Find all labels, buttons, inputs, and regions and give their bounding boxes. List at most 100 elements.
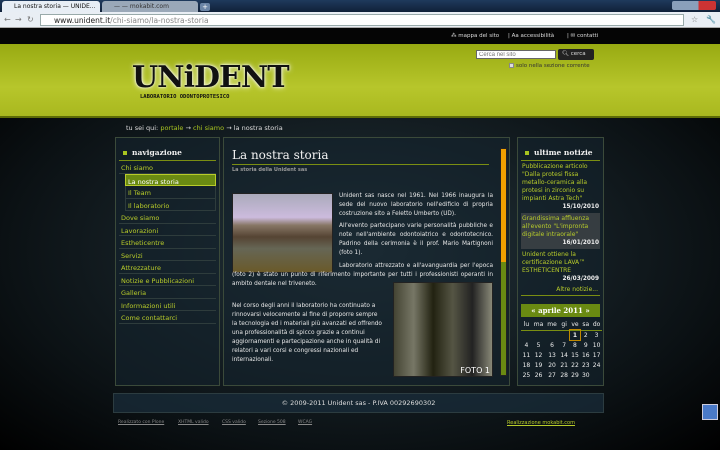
- calendar-day[interactable]: 19: [532, 360, 545, 370]
- footer-link-css[interactable]: CSS valido: [222, 420, 246, 425]
- calendar-day[interactable]: 24: [591, 360, 602, 370]
- footer-link-plone[interactable]: Realizzato con Plone: [118, 420, 164, 425]
- search-icon: 🔍︎: [562, 51, 569, 57]
- reload-icon[interactable]: ↻: [27, 15, 34, 24]
- calendar-day[interactable]: 23: [580, 360, 591, 370]
- star-icon[interactable]: ☆: [691, 15, 698, 24]
- nav-item[interactable]: Estheticentre: [119, 236, 216, 249]
- browser-tab-bar: La nostra storia — UNIDE... — — mokabit.…: [0, 0, 720, 12]
- breadcrumb: tu sei qui: portale → chi siamo → la nos…: [126, 124, 283, 132]
- calendar: lu ma me gi ve sa do 1 2 3 4 5 6 7 8 9 10 11 12 13 14 15 16 17 1…: [521, 319, 602, 380]
- current-section-checkbox[interactable]: solo nella sezione corrente: [509, 63, 590, 69]
- ceremony-photo: FOTO 1: [393, 282, 493, 377]
- tab-title: — — mokabit.com: [114, 3, 169, 10]
- nav-item[interactable]: Chi siamo: [119, 161, 216, 174]
- calendar-day[interactable]: 26: [532, 370, 545, 380]
- browser-tab[interactable]: — — mokabit.com: [102, 1, 198, 12]
- nav-item[interactable]: Il Team: [125, 186, 216, 199]
- calendar-day[interactable]: 17: [591, 350, 602, 360]
- calendar-day[interactable]: 25: [521, 370, 532, 380]
- calendar-day[interactable]: 5: [532, 340, 545, 350]
- nav-item[interactable]: La nostra storia: [125, 173, 216, 186]
- new-tab-button[interactable]: +: [200, 3, 210, 11]
- nav-item[interactable]: Informazioni utili: [119, 299, 216, 311]
- paragraph-1: Unident sas nasce nel 1961. Nel 1966 ina…: [339, 193, 493, 217]
- calendar-day: [521, 330, 532, 340]
- navigation-title: navigazione: [119, 138, 216, 161]
- browser-tab-active[interactable]: La nostra storia — UNIDE...: [2, 1, 100, 12]
- calendar-day[interactable]: 7: [559, 340, 570, 350]
- tab-title: La nostra storia — UNIDE...: [14, 3, 96, 10]
- calendar-day[interactable]: 1: [568, 329, 582, 341]
- page-body: tu sei qui: portale → chi siamo → la nos…: [0, 118, 720, 450]
- calendar-day[interactable]: 11: [521, 350, 532, 360]
- calendar-month-nav[interactable]: « aprile 2011 »: [521, 304, 600, 317]
- calendar-day[interactable]: 22: [570, 360, 581, 370]
- credit-link[interactable]: Realizzazione mokabit.com: [507, 420, 575, 426]
- calendar-day[interactable]: 15: [570, 350, 581, 360]
- calendar-day[interactable]: 29: [570, 370, 581, 380]
- news-item[interactable]: Pubblicazione articolo "Dalla protesi fi…: [521, 161, 600, 213]
- breadcrumb-chi-siamo[interactable]: chi siamo: [193, 124, 224, 132]
- calendar-day[interactable]: 16: [580, 350, 591, 360]
- calendar-day[interactable]: 2: [580, 330, 591, 340]
- calendar-day[interactable]: 3: [591, 330, 602, 340]
- breadcrumb-portale[interactable]: portale: [160, 124, 183, 132]
- calendar-day[interactable]: 18: [521, 360, 532, 370]
- footer-link-xhtml[interactable]: XHTML valido: [178, 420, 209, 425]
- calendar-day[interactable]: 4: [521, 340, 532, 350]
- calendar-day[interactable]: 6: [545, 340, 559, 350]
- nav-item[interactable]: Attrezzature: [119, 261, 216, 274]
- back-icon[interactable]: ←: [4, 15, 11, 24]
- footer-link-508[interactable]: Sezione 508: [258, 420, 286, 425]
- nav-item[interactable]: Lavorazioni: [119, 224, 216, 236]
- calendar-day[interactable]: 21: [559, 360, 570, 370]
- content-scrollbar[interactable]: [500, 148, 507, 376]
- calendar-day[interactable]: 30: [580, 370, 591, 380]
- wrench-icon[interactable]: 🔧: [706, 15, 716, 24]
- nav-list: Chi siamo La nostra storia Il Team Il labor…: [116, 161, 219, 324]
- nav-item[interactable]: Dove siamo: [119, 211, 216, 224]
- nav-item[interactable]: Notizie e Pubblicazioni: [119, 274, 216, 286]
- weekday-label: ma: [531, 319, 546, 331]
- calendar-day[interactable]: 9: [580, 340, 591, 350]
- calendar-day: [559, 330, 570, 340]
- scroll-button[interactable]: [702, 404, 718, 420]
- calendar-day: [545, 330, 559, 340]
- calendar-day[interactable]: 27: [545, 370, 559, 380]
- nav-item[interactable]: Servizi: [119, 249, 216, 261]
- forward-icon[interactable]: →: [15, 15, 22, 24]
- page-title: La nostra storia: [232, 148, 489, 165]
- site-logo[interactable]: UNiDENT: [132, 60, 290, 95]
- calendar-day[interactable]: 28: [559, 370, 570, 380]
- content-panel: La nostra storia La storia della Unident…: [223, 137, 510, 386]
- window-controls[interactable]: [672, 1, 716, 10]
- calendar-day[interactable]: 14: [559, 350, 570, 360]
- site-footer: © 2009-2011 Unident sas - P.IVA 00292690…: [113, 393, 604, 413]
- news-item[interactable]: Grandissima affluenza all'evento "L'impr…: [521, 213, 600, 249]
- news-item[interactable]: Unident ottiene la certificazione LAVA™ …: [521, 249, 600, 285]
- url-input[interactable]: www.unident.it/chi-siamo/la-nostra-stori…: [40, 14, 684, 26]
- url-path: /chi-siamo/la-nostra-storia: [110, 16, 209, 25]
- nav-item[interactable]: Galleria: [119, 286, 216, 299]
- search-button[interactable]: 🔍︎ cerca: [558, 49, 594, 60]
- accessibility-label: accessibilità: [520, 33, 555, 39]
- more-news-link[interactable]: Altre notizie...: [521, 285, 600, 296]
- footer-link-wcag[interactable]: WCAG: [298, 420, 312, 425]
- search-button-label: cerca: [570, 51, 586, 57]
- breadcrumb-sep: →: [226, 124, 232, 132]
- logo-subtitle: LABORATORIO ODONTOPROTESICO: [140, 94, 230, 100]
- accessibility-link[interactable]: | Aa accessibilità: [508, 33, 554, 39]
- search-input[interactable]: [476, 50, 556, 59]
- calendar-day[interactable]: 12: [532, 350, 545, 360]
- nav-item[interactable]: Il laboratorio: [125, 198, 216, 211]
- nav-item[interactable]: Come contattarci: [119, 311, 216, 324]
- breadcrumb-sep: →: [185, 124, 191, 132]
- calendar-day[interactable]: 20: [545, 360, 559, 370]
- sitemap-link[interactable]: ⁂ mappa del sito: [451, 33, 499, 39]
- news-date: 16/01/2010: [562, 240, 599, 246]
- calendar-day[interactable]: 10: [591, 340, 602, 350]
- calendar-day[interactable]: 13: [545, 350, 559, 360]
- calendar-day[interactable]: 8: [570, 340, 581, 350]
- contact-link[interactable]: | ✉ contatti: [567, 33, 598, 39]
